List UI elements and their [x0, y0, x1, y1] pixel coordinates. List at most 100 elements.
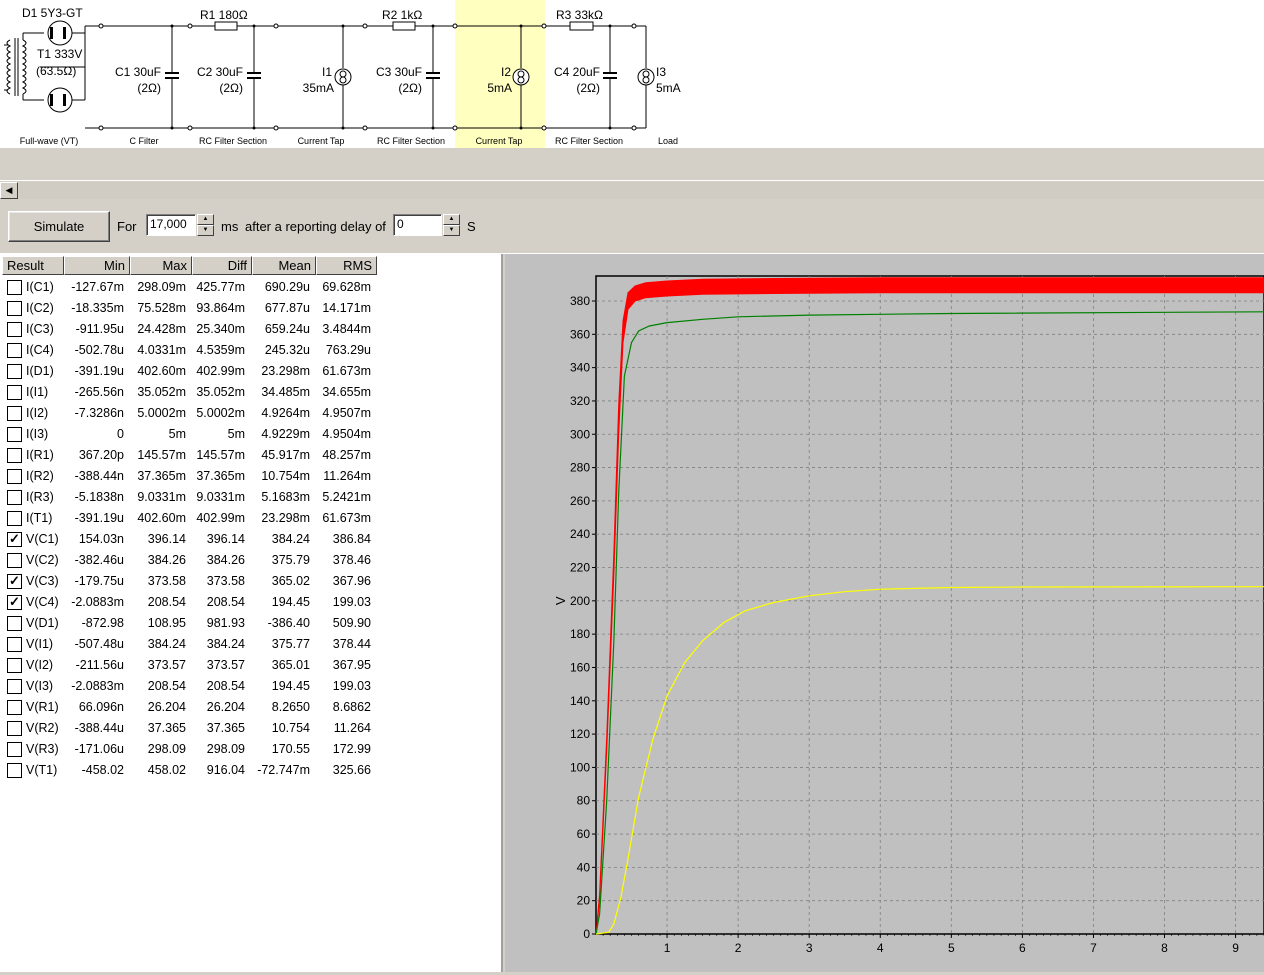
- result-checkbox[interactable]: [7, 553, 22, 568]
- y-tick-label: 100: [570, 760, 590, 774]
- result-mean: 23.298m: [261, 364, 310, 378]
- result-checkbox[interactable]: ✓: [7, 532, 22, 547]
- table-row[interactable]: I(R2) -388.44n 37.365m 37.365m 10.754m 11.264…: [0, 466, 380, 487]
- table-row[interactable]: I(T1) -391.19u 402.60m 402.99m 23.298m 61.673…: [0, 508, 380, 529]
- table-row[interactable]: V(T1) -458.02 458.02 916.04 -72.747m 325.66: [0, 760, 380, 781]
- table-row[interactable]: I(I2) -7.3286n 5.0002m 5.0002m 4.9264m 4.9507…: [0, 403, 380, 424]
- spin-down-icon[interactable]: ▼: [443, 225, 460, 236]
- result-checkbox[interactable]: [7, 322, 22, 337]
- result-checkbox[interactable]: [7, 469, 22, 484]
- horizontal-scrollbar[interactable]: ◀: [0, 180, 1264, 202]
- y-tick-label: 60: [577, 827, 591, 841]
- table-row[interactable]: V(I3) -2.0883m 208.54 208.54 194.45 199.03: [0, 676, 380, 697]
- result-checkbox[interactable]: [7, 637, 22, 652]
- c3-resistance-label: (2Ω): [398, 81, 422, 95]
- result-name: I(I3): [26, 427, 49, 441]
- table-row[interactable]: I(C4) -502.78u 4.0331m 4.5359m 245.32u 763.29…: [0, 340, 380, 361]
- result-rms: 5.2421m: [322, 490, 371, 504]
- table-row[interactable]: I(R1) 367.20p 145.57m 145.57m 45.917m 48.257m: [0, 445, 380, 466]
- result-checkbox[interactable]: [7, 679, 22, 694]
- delay-input[interactable]: 0: [393, 214, 442, 236]
- table-row[interactable]: I(C2) -18.335m 75.528m 93.864m 677.87u 14.171…: [0, 298, 380, 319]
- result-mean: -386.40: [267, 616, 310, 630]
- result-diff: 396.14: [206, 532, 245, 546]
- table-row[interactable]: V(R3) -171.06u 298.09 298.09 170.55 172.99: [0, 739, 380, 760]
- column-header-mean[interactable]: Mean: [252, 256, 316, 275]
- table-row[interactable]: V(I1) -507.48u 384.24 384.24 375.77 378.44: [0, 634, 380, 655]
- table-row[interactable]: I(I3) 0 5m 5m 4.9229m 4.9504m: [0, 424, 380, 445]
- scroll-left-icon[interactable]: ◀: [0, 182, 18, 199]
- result-max: 402.60m: [137, 364, 186, 378]
- result-name: V(R2): [26, 721, 59, 735]
- results-header: Result Min Max Diff Mean RMS: [2, 256, 377, 275]
- spin-up-icon[interactable]: ▲: [443, 214, 460, 225]
- result-min: 0: [117, 427, 124, 441]
- result-checkbox[interactable]: [7, 511, 22, 526]
- result-min: -391.19u: [74, 511, 124, 525]
- result-name: I(T1): [26, 511, 53, 525]
- column-header-diff[interactable]: Diff: [192, 256, 252, 275]
- table-row[interactable]: V(D1) -872.98 108.95 981.93 -386.40 509.90: [0, 613, 380, 634]
- table-row[interactable]: I(R3) -5.1838n 9.0331m 9.0331m 5.1683m 5.2421…: [0, 487, 380, 508]
- result-mean: 194.45: [271, 679, 310, 693]
- column-header-rms[interactable]: RMS: [316, 256, 377, 275]
- result-diff: 208.54: [206, 595, 245, 609]
- result-rms: 11.264m: [323, 469, 371, 483]
- result-checkbox[interactable]: [7, 280, 22, 295]
- result-checkbox[interactable]: [7, 448, 22, 463]
- result-mean: 677.87u: [264, 301, 310, 315]
- result-checkbox[interactable]: [7, 490, 22, 505]
- result-checkbox[interactable]: [7, 364, 22, 379]
- column-header-result[interactable]: Result: [2, 256, 64, 275]
- delay-label: after a reporting delay of: [245, 219, 386, 234]
- result-checkbox[interactable]: [7, 763, 22, 778]
- result-max: 5m: [168, 427, 186, 441]
- result-checkbox[interactable]: [7, 301, 22, 316]
- table-row[interactable]: ✓ V(C3) -179.75u 373.58 373.58 365.02 367.96: [0, 571, 380, 592]
- c4-value-label: C4 20uF: [554, 65, 600, 79]
- result-name: I(D1): [26, 364, 54, 378]
- result-name: V(R1): [26, 700, 59, 714]
- simulate-button[interactable]: Simulate: [8, 211, 110, 242]
- result-diff: 93.864m: [196, 301, 245, 315]
- result-max: 208.54: [147, 679, 186, 693]
- scrollbar-track[interactable]: [19, 182, 1264, 199]
- result-name: I(C3): [26, 322, 54, 336]
- table-row[interactable]: I(D1) -391.19u 402.60m 402.99m 23.298m 61.673…: [0, 361, 380, 382]
- result-checkbox[interactable]: [7, 721, 22, 736]
- voltage-chart[interactable]: 0 20 40 60 80 100 120 140 160 180 200 220 240 260 280 3…: [505, 254, 1264, 972]
- result-diff: 402.99m: [196, 511, 245, 525]
- table-row[interactable]: V(R1) 66.096n 26.204 26.204 8.2650 8.6862: [0, 697, 380, 718]
- result-checkbox[interactable]: [7, 742, 22, 757]
- result-max: 4.0331m: [137, 343, 186, 357]
- table-row[interactable]: I(C3) -911.95u 24.428m 25.340m 659.24u 3.4844…: [0, 319, 380, 340]
- i3-value-label: 5mA: [656, 81, 681, 95]
- table-row[interactable]: ✓ V(C4) -2.0883m 208.54 208.54 194.45 199.03: [0, 592, 380, 613]
- table-row[interactable]: ✓ V(C1) 154.03n 396.14 396.14 384.24 386.84: [0, 529, 380, 550]
- result-checkbox[interactable]: [7, 427, 22, 442]
- result-rms: 386.84: [332, 532, 371, 546]
- result-checkbox[interactable]: [7, 406, 22, 421]
- result-checkbox[interactable]: [7, 616, 22, 631]
- table-row[interactable]: V(I2) -211.56u 373.57 373.57 365.01 367.95: [0, 655, 380, 676]
- spin-up-icon[interactable]: ▲: [197, 214, 214, 225]
- result-mean: 4.9264m: [261, 406, 310, 420]
- table-row[interactable]: V(C2) -382.46u 384.26 384.26 375.79 378.46: [0, 550, 380, 571]
- table-row[interactable]: I(I1) -265.56n 35.052m 35.052m 34.485m 34.655…: [0, 382, 380, 403]
- table-row[interactable]: I(C1) -127.67m 298.09m 425.77m 690.29u 69.628…: [0, 277, 380, 298]
- table-row[interactable]: V(R2) -388.44u 37.365 37.365 10.754 11.264: [0, 718, 380, 739]
- duration-spinner[interactable]: ▲ ▼: [197, 214, 214, 236]
- column-header-max[interactable]: Max: [130, 256, 192, 275]
- result-checkbox[interactable]: ✓: [7, 595, 22, 610]
- result-checkbox[interactable]: [7, 343, 22, 358]
- result-checkbox[interactable]: [7, 700, 22, 715]
- delay-spinner[interactable]: ▲ ▼: [443, 214, 460, 236]
- result-checkbox[interactable]: ✓: [7, 574, 22, 589]
- result-checkbox[interactable]: [7, 385, 22, 400]
- duration-input[interactable]: 17,000: [146, 214, 196, 236]
- resistor-r1-symbol: [214, 21, 238, 31]
- column-header-min[interactable]: Min: [64, 256, 130, 275]
- result-checkbox[interactable]: [7, 658, 22, 673]
- result-rms: 61.673m: [322, 364, 371, 378]
- spin-down-icon[interactable]: ▼: [197, 225, 214, 236]
